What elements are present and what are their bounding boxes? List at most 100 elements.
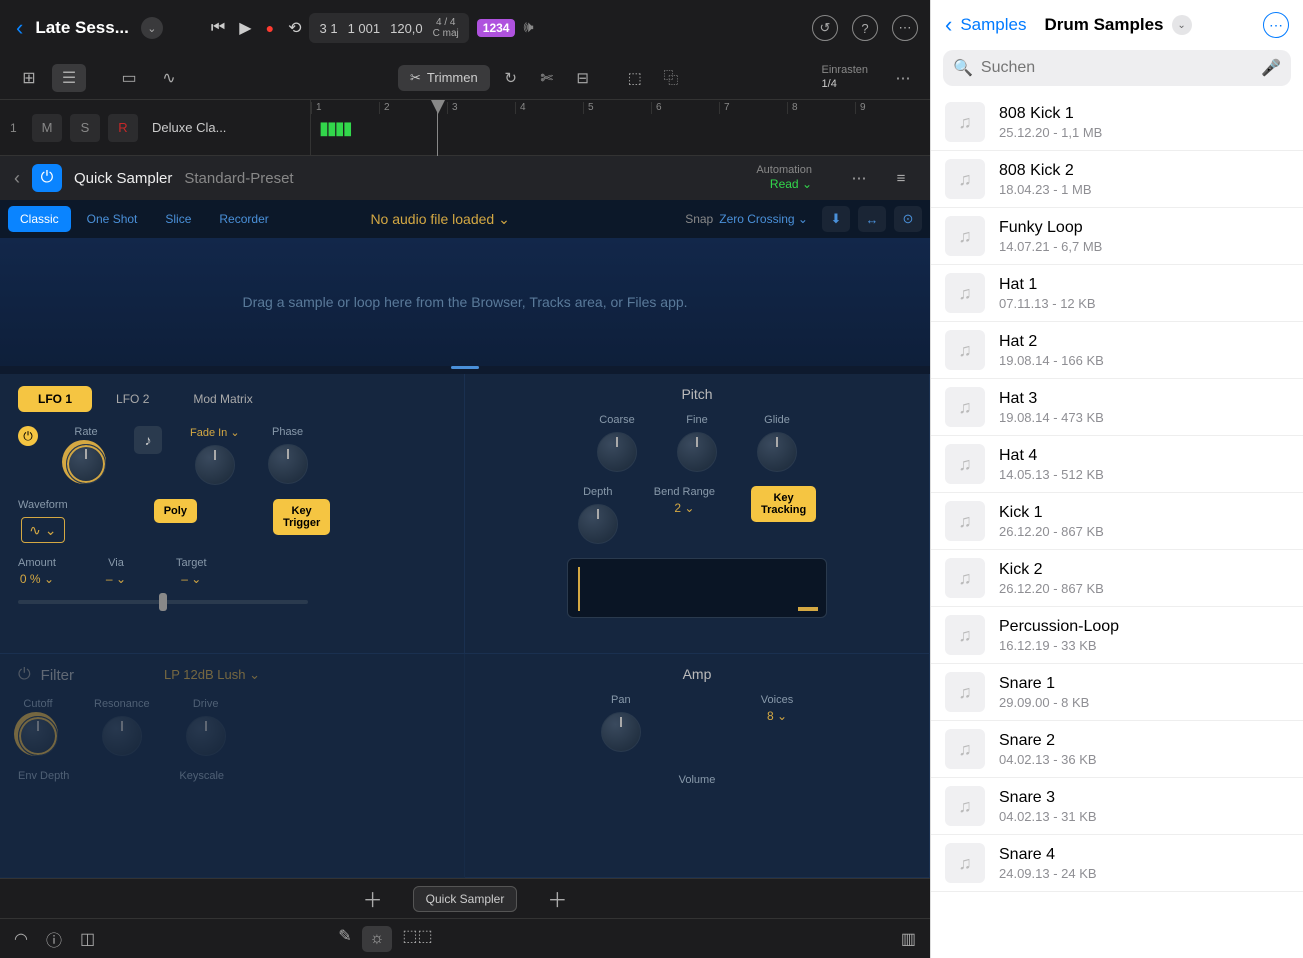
amount-slider[interactable] [18, 600, 308, 604]
lcd-display[interactable]: 3 1 1 001 120,0 4 / 4 C maj [309, 13, 468, 43]
rewind-button[interactable]: ⏮ [211, 19, 225, 37]
key-tracking-button[interactable]: KeyTracking [751, 486, 816, 522]
pitch-envelope[interactable] [567, 558, 827, 618]
mic-icon[interactable]: 🎤 [1261, 58, 1281, 78]
add-plugin-left[interactable]: ＋ [363, 884, 383, 913]
import-button[interactable]: ⬇ [822, 206, 850, 232]
beat-display[interactable]: 1234 [477, 19, 516, 37]
region-view-button[interactable]: ▭ [112, 64, 146, 92]
automation-mode[interactable]: Read ⌄ [756, 177, 812, 193]
info-button[interactable]: ⓘ [46, 927, 62, 951]
grid-view-button[interactable]: ⊞ [12, 64, 46, 92]
sample-row[interactable]: ♫ Funky Loop 14.07.21 - 6,7 MB [931, 208, 1303, 265]
pan-knob[interactable] [601, 712, 641, 752]
split-tool[interactable]: ⊟ [568, 64, 598, 92]
add-plugin-right[interactable]: ＋ [547, 884, 567, 913]
lfo-power[interactable]: ⏻ [18, 426, 38, 446]
sample-row[interactable]: ♫ Percussion-Loop 16.12.19 - 33 KB [931, 607, 1303, 664]
mute-button[interactable]: M [32, 114, 62, 142]
loops-button[interactable]: ◠ [14, 929, 28, 949]
waveform-select[interactable]: ∿ ⌄ [21, 517, 65, 543]
sample-row[interactable]: ♫ Hat 3 19.08.14 - 473 KB [931, 379, 1303, 436]
timeline-ruler[interactable]: 123456789 ▮▮▮▮ [310, 100, 930, 155]
list-view-button[interactable]: ☰ [52, 64, 86, 92]
drive-knob[interactable] [186, 716, 226, 756]
sample-row[interactable]: ♫ Snare 3 04.02.13 - 31 KB [931, 778, 1303, 835]
sample-row[interactable]: ♫ Snare 1 29.09.00 - 8 KB [931, 664, 1303, 721]
resize-handle[interactable] [451, 366, 479, 369]
edit-button[interactable]: ✎ [338, 926, 351, 952]
sample-row[interactable]: ♫ Snare 2 04.02.13 - 36 KB [931, 721, 1303, 778]
sample-row[interactable]: ♫ Hat 1 07.11.13 - 12 KB [931, 265, 1303, 322]
sample-row[interactable]: ♫ Hat 2 19.08.14 - 166 KB [931, 322, 1303, 379]
sidebar-button[interactable]: ◫ [80, 929, 95, 949]
copy-tool[interactable]: ⿻ [656, 64, 686, 92]
automation-view-button[interactable]: ∿ [152, 64, 186, 92]
sample-row[interactable]: ♫ Snare 4 24.09.13 - 24 KB [931, 835, 1303, 892]
keyboard-button[interactable]: ▥ [901, 929, 916, 949]
browser-back-label[interactable]: Samples [960, 15, 1026, 35]
tab-oneshot[interactable]: One Shot [75, 206, 150, 232]
sampler-more[interactable]: ⊙ [894, 206, 922, 232]
plugin-drag-handle[interactable]: ≡ [886, 164, 916, 192]
via-value[interactable]: – ⌄ [106, 572, 126, 586]
more-button[interactable]: ⋯ [892, 15, 918, 41]
glide-knob[interactable] [757, 432, 797, 472]
browser-title-dropdown[interactable]: ⌄ [1172, 15, 1192, 35]
preset-name[interactable]: Standard-Preset [184, 170, 293, 187]
tab-modmatrix[interactable]: Mod Matrix [173, 386, 272, 412]
browser-more[interactable]: ⋯ [1263, 12, 1289, 38]
fadein-knob[interactable] [195, 445, 235, 485]
poly-button[interactable]: Poly [154, 499, 197, 523]
amount-value[interactable]: 0 % ⌄ [20, 572, 54, 586]
fit-button[interactable]: ↔ [858, 206, 886, 232]
resonance-knob[interactable] [102, 716, 142, 756]
sample-row[interactable]: ♫ 808 Kick 2 18.04.23 - 1 MB [931, 151, 1303, 208]
cutoff-knob[interactable] [18, 716, 58, 756]
fadein-label[interactable]: Fade In ⌄ [190, 426, 240, 439]
record-arm-button[interactable]: R [108, 114, 138, 142]
trim-tool[interactable]: ✂ Trimmen [398, 65, 490, 91]
plugin-slot[interactable]: Quick Sampler [413, 886, 518, 912]
tab-slice[interactable]: Slice [153, 206, 203, 232]
select-tool[interactable]: ⬚ [620, 64, 650, 92]
sample-row[interactable]: ♫ Kick 1 26.12.20 - 867 KB [931, 493, 1303, 550]
help-button[interactable]: ? [852, 15, 878, 41]
solo-button[interactable]: S [70, 114, 100, 142]
phase-knob[interactable] [268, 444, 308, 484]
sample-drop-zone[interactable]: Drag a sample or loop here from the Brow… [0, 238, 930, 366]
sample-row[interactable]: ♫ Kick 2 26.12.20 - 867 KB [931, 550, 1303, 607]
scissors-tool[interactable]: ✄ [532, 64, 562, 92]
tab-lfo2[interactable]: LFO 2 [96, 386, 169, 412]
filter-type[interactable]: LP 12dB Lush ⌄ [164, 667, 260, 683]
target-value[interactable]: – ⌄ [181, 572, 201, 586]
mixer-button[interactable]: ⬚⬚ [402, 926, 432, 952]
sample-row[interactable]: ♫ Hat 4 14.05.13 - 512 KB [931, 436, 1303, 493]
tab-recorder[interactable]: Recorder [207, 206, 280, 232]
fine-knob[interactable] [677, 432, 717, 472]
play-button[interactable]: ▶ [239, 18, 251, 38]
search-input[interactable] [981, 59, 1253, 77]
sample-row[interactable]: ♫ 808 Kick 1 25.12.20 - 1,1 MB [931, 94, 1303, 151]
sync-button[interactable]: ♪ [134, 426, 162, 454]
fx-button[interactable]: ☼ [362, 926, 393, 952]
plugin-power[interactable]: ⏻ [32, 164, 62, 192]
snap-value[interactable]: Zero Crossing ⌄ [719, 212, 808, 226]
plugin-back[interactable]: ‹ [14, 168, 20, 189]
project-dropdown[interactable]: ⌄ [141, 17, 163, 39]
back-button[interactable]: ‹ [12, 11, 27, 45]
search-field[interactable]: 🔍 🎤 [943, 50, 1291, 86]
rate-knob[interactable] [66, 444, 106, 484]
toolbar-more[interactable]: ⋯ [888, 64, 918, 92]
bend-value[interactable]: 2 ⌄ [674, 501, 694, 515]
tab-lfo1[interactable]: LFO 1 [18, 386, 92, 412]
plugin-more[interactable]: ⋯ [844, 164, 874, 192]
metronome-button[interactable]: 🕪 [523, 19, 533, 37]
voices-value[interactable]: 8 ⌄ [767, 709, 787, 723]
no-audio-label[interactable]: No audio file loaded ⌄ [370, 211, 509, 228]
filter-power[interactable]: ⏻ [18, 666, 31, 684]
tab-classic[interactable]: Classic [8, 206, 71, 232]
browser-back[interactable]: ‹ [945, 12, 952, 38]
undo-button[interactable]: ↺ [812, 15, 838, 41]
snap-setting[interactable]: Einrasten 1/4 [822, 64, 868, 90]
